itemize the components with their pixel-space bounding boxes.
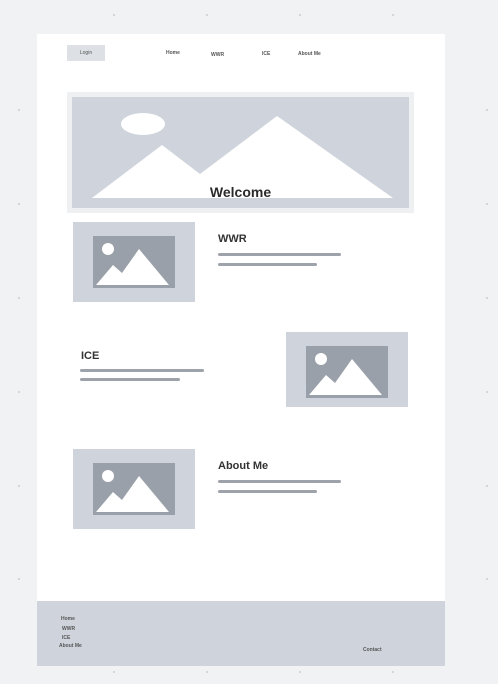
image-placeholder [306, 346, 388, 398]
footer-link-ice[interactable]: ICE [62, 635, 70, 641]
footer: Home WWR ICE About Me Contact [37, 601, 445, 666]
footer-link-home[interactable]: Home [61, 616, 75, 622]
text-line [218, 253, 341, 256]
image-placeholder-icon [96, 243, 169, 285]
nav-link-ice[interactable]: ICE [262, 51, 270, 57]
image-placeholder-icon [309, 353, 382, 395]
hero-banner: Welcome [67, 92, 414, 213]
login-button[interactable]: Login [67, 45, 105, 61]
text-line [218, 490, 317, 493]
image-placeholder [93, 236, 175, 288]
nav-link-about-me[interactable]: About Me [298, 51, 321, 57]
section-ice-image [286, 332, 408, 407]
section-about-title: About Me [218, 460, 269, 472]
image-placeholder-icon [96, 470, 169, 512]
nav-link-wwr[interactable]: WWR [211, 52, 224, 58]
section-wwr-image [73, 222, 195, 302]
image-placeholder [93, 463, 175, 515]
footer-link-about-me[interactable]: About Me [59, 643, 82, 649]
section-wwr-title: WWR [218, 233, 247, 245]
text-line [218, 263, 317, 266]
footer-link-wwr[interactable]: WWR [62, 626, 75, 632]
section-about-image [73, 449, 195, 529]
text-line [218, 480, 341, 483]
text-line [80, 378, 180, 381]
footer-link-contact[interactable]: Contact [363, 647, 382, 653]
text-line [80, 369, 204, 372]
nav-link-home[interactable]: Home [166, 50, 180, 56]
page-frame: Login Home WWR ICE About Me Welcome WWR … [37, 34, 445, 666]
section-ice-title: ICE [81, 350, 100, 362]
hero-image-placeholder: Welcome [72, 97, 409, 208]
hero-title: Welcome [209, 184, 272, 200]
